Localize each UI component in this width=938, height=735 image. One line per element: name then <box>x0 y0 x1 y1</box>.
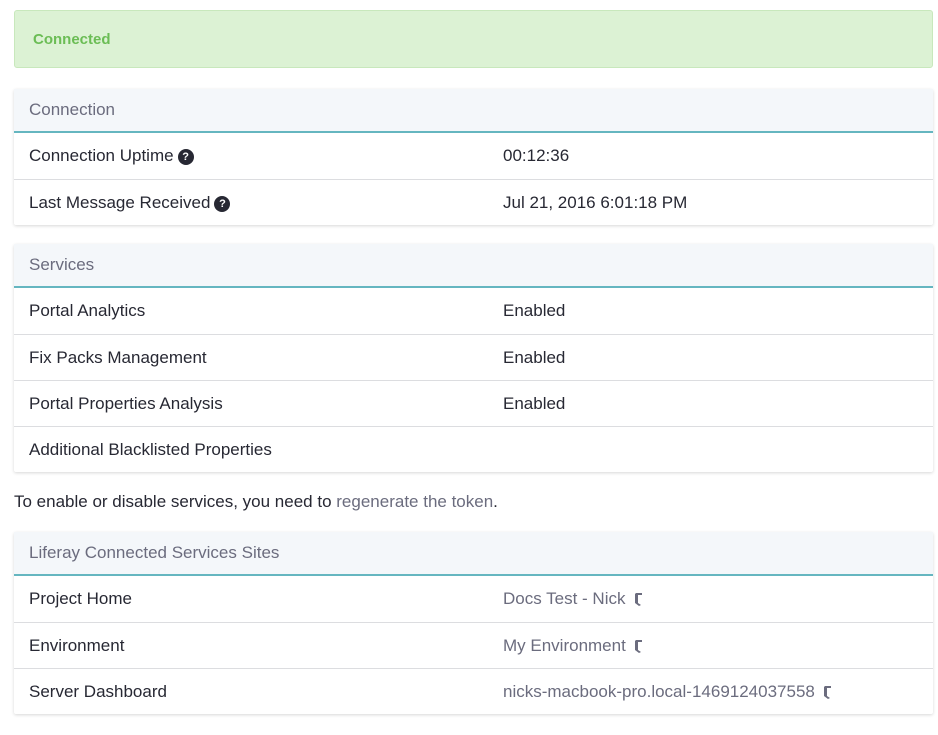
regenerate-token-link[interactable]: regenerate the token <box>336 492 493 512</box>
help-icon[interactable]: ? <box>214 195 231 212</box>
shortcut-icon[interactable] <box>821 684 833 700</box>
table-row: Project Home Docs Test - Nick <box>14 576 933 622</box>
alert-text: Connected <box>33 30 111 48</box>
service-label: Portal Analytics <box>29 301 146 320</box>
panel-header: Liferay Connected Services Sites <box>14 532 933 576</box>
project-home-label: Project Home <box>29 589 132 608</box>
environment-link[interactable]: My Environment <box>503 636 626 656</box>
note-suffix: . <box>493 492 498 511</box>
service-label: Fix Packs Management <box>29 347 207 367</box>
last-message-value: Jul 21, 2016 6:01:18 PM <box>503 192 688 212</box>
table-row: Connection Uptime ? 00:12:36 <box>14 133 933 179</box>
table-row: Server Dashboard nicks-macbook-pro.local… <box>14 668 933 714</box>
shortcut-icon[interactable] <box>632 591 644 607</box>
last-message-label: Last Message Received <box>29 192 211 212</box>
services-panel-title: Services <box>29 255 95 274</box>
table-row: Environment My Environment <box>14 622 933 668</box>
help-icon[interactable]: ? <box>177 149 194 165</box>
service-status: Enabled <box>503 393 566 413</box>
table-row: Portal Properties Analysis Enabled <box>14 380 933 426</box>
connection-panel-title: Connection <box>29 100 116 119</box>
services-note: To enable or disable services, you need … <box>14 472 933 532</box>
note-prefix: To enable or disable services, you need … <box>14 492 337 511</box>
connection-uptime-value: 00:12:36 <box>503 146 570 165</box>
table-row: Portal Analytics Enabled <box>14 288 933 334</box>
service-status: Enabled <box>503 347 566 367</box>
service-status: Enabled <box>503 301 566 320</box>
sites-panel: Liferay Connected Services Sites Project… <box>14 532 933 714</box>
table-row: Additional Blacklisted Properties <box>14 426 933 472</box>
sites-panel-title: Liferay Connected Services Sites <box>29 543 280 562</box>
services-panel: Services Portal Analytics Enabled Fix Pa… <box>14 244 933 472</box>
connection-panel: Connection Connection Uptime ? 00:12:36 … <box>14 89 933 225</box>
panel-header: Connection <box>14 89 933 133</box>
table-row: Fix Packs Management Enabled <box>14 334 933 380</box>
panel-header: Services <box>14 244 933 288</box>
environment-label: Environment <box>29 635 125 655</box>
server-dashboard-label: Server Dashboard <box>29 681 167 701</box>
service-label: Portal Properties Analysis <box>29 393 223 413</box>
table-row: Last Message Received ? Jul 21, 2016 6:0… <box>14 179 933 225</box>
connection-status-alert: Connected <box>14 10 933 68</box>
server-dashboard-link[interactable]: nicks-macbook-pro.local-1469124037558 <box>503 682 815 702</box>
service-label: Additional Blacklisted Properties <box>29 439 272 459</box>
project-home-link[interactable]: Docs Test - Nick <box>503 589 626 609</box>
connection-uptime-label: Connection Uptime <box>29 146 174 165</box>
shortcut-icon[interactable] <box>632 638 644 654</box>
